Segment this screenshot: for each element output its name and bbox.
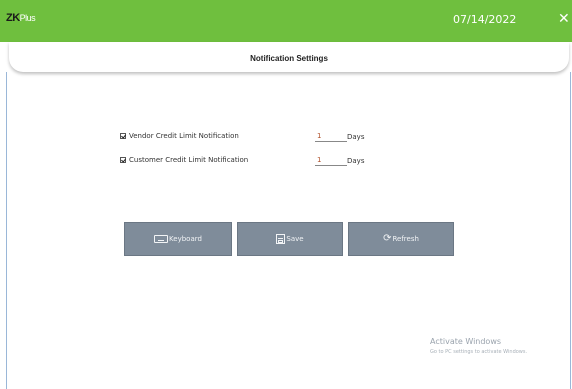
logo-zk: ZK <box>6 12 20 24</box>
customer-days-unit: Days <box>347 157 365 165</box>
customer-notification-checkbox[interactable] <box>120 157 126 163</box>
vendor-notification-checkbox[interactable] <box>120 133 126 139</box>
keyboard-button[interactable]: Keyboard <box>124 222 232 256</box>
activate-windows-subtitle: Go to PC settings to activate Windows. <box>430 349 528 355</box>
title-bar: ZKPlus 07/14/2022 ✕ <box>0 0 572 42</box>
refresh-button[interactable]: ⟳ Refresh <box>348 222 454 256</box>
save-button-label: Save <box>286 235 304 243</box>
refresh-button-label: Refresh <box>392 235 419 243</box>
logo-plus: Plus <box>19 13 36 23</box>
app-logo: ZKPlus <box>6 12 36 24</box>
customer-days-input[interactable] <box>315 154 347 166</box>
keyboard-button-label: Keyboard <box>169 235 202 243</box>
save-button[interactable]: Save <box>237 222 343 256</box>
vendor-days-input[interactable] <box>315 130 347 142</box>
app-window: ZKPlus 07/14/2022 ✕ Notification Setting… <box>0 0 572 389</box>
refresh-icon: ⟳ <box>383 233 392 244</box>
vendor-days-unit: Days <box>347 133 365 141</box>
floppy-disk-icon <box>276 234 286 244</box>
close-icon[interactable]: ✕ <box>558 11 570 27</box>
current-date: 07/14/2022 <box>453 13 517 26</box>
vendor-notification-label: Vendor Credit Limit Notification <box>129 132 239 140</box>
page-title: Notification Settings <box>250 54 328 63</box>
activate-windows-title: Activate Windows <box>430 337 502 346</box>
keyboard-icon <box>154 235 169 243</box>
header-panel: Notification Settings <box>9 42 569 72</box>
customer-notification-label: Customer Credit Limit Notification <box>129 156 249 164</box>
